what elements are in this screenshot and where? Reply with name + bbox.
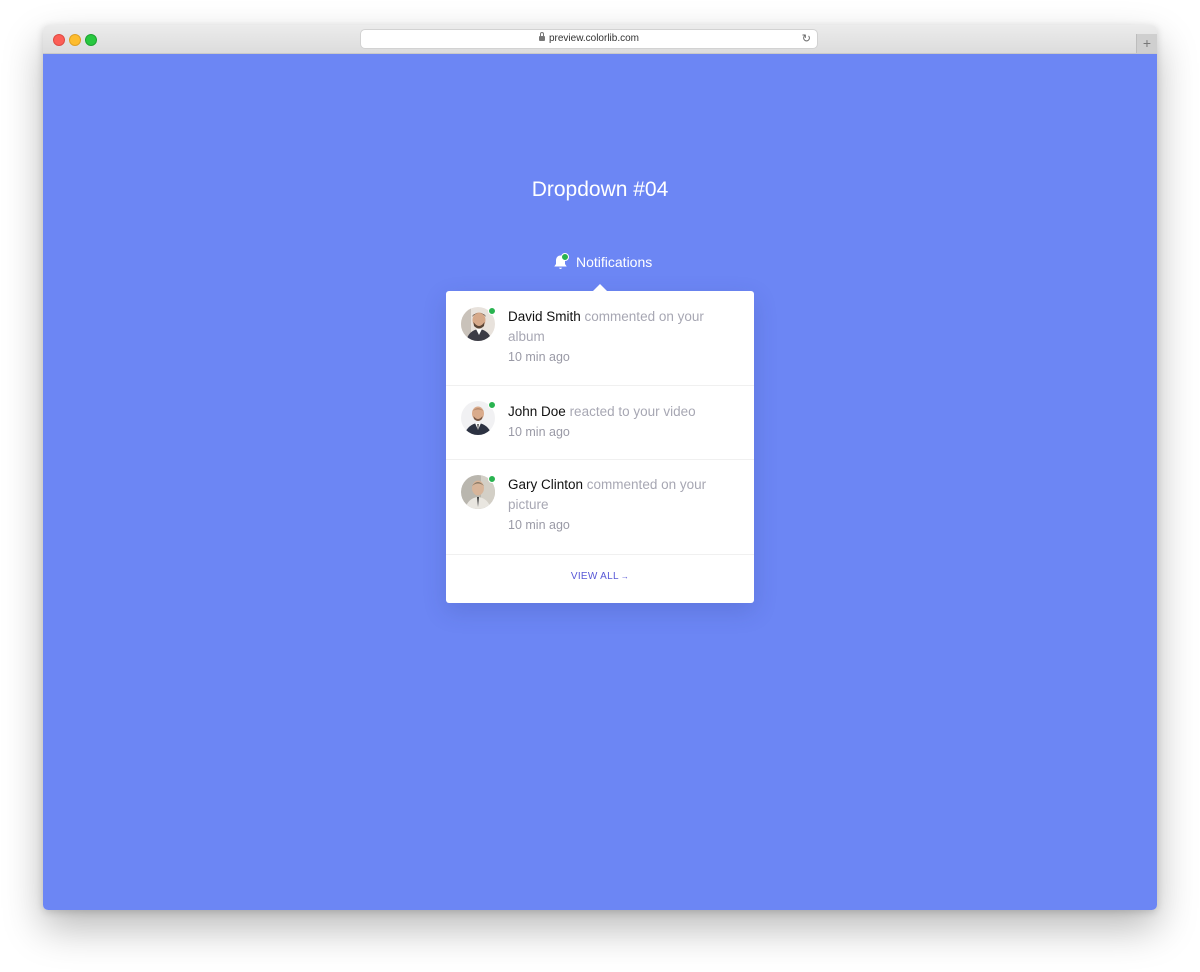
bell-icon [553,252,569,271]
notification-text: John Doe reacted to your video 10 min ag… [508,402,728,442]
avatar [461,401,496,435]
reload-icon[interactable]: ↻ [802,33,811,45]
notification-time: 10 min ago [508,425,570,439]
notifications-toggle[interactable]: Notifications [553,250,652,274]
notifications-dropdown: David Smith commented on your album 10 m… [446,284,754,603]
url-text: preview.colorlib.com [548,33,640,44]
view-all-link[interactable]: VIEW ALL → [446,571,754,582]
view-all-label: VIEW ALL [570,571,619,582]
online-status-icon [488,475,496,483]
notification-action: reacted to your video [569,404,696,419]
notification-item[interactable]: John Doe reacted to your video 10 min ag… [446,386,754,460]
avatar [461,475,496,509]
notification-indicator [561,252,569,261]
notification-time: 10 min ago [508,350,570,364]
arrow-right-icon: → [620,572,630,581]
notification-user-name: John Doe [508,404,566,419]
notification-user-name: Gary Clinton [508,477,584,492]
new-tab-button[interactable]: + [1136,34,1157,53]
notification-text: David Smith commented on your album 10 m… [508,307,728,367]
lock-icon [538,32,545,41]
minimize-window-button[interactable] [69,34,81,46]
online-status-icon [488,401,496,409]
avatar [461,307,496,341]
browser-titlebar: preview.colorlib.com ↻ + [43,25,1157,54]
notification-time: 10 min ago [508,518,570,532]
page-title: Dropdown #04 [531,178,669,201]
notifications-label: Notifications [576,254,653,270]
zoom-window-button[interactable] [85,34,97,46]
page-content: Dropdown #04 Notifications David Smith c… [43,54,1157,910]
notification-text: Gary Clinton commented on your picture 1… [508,475,728,535]
address-bar[interactable]: preview.colorlib.com ↻ [361,30,817,48]
notification-user-name: David Smith [508,309,581,324]
online-status-icon [488,307,496,315]
browser-window: preview.colorlib.com ↻ + Dropdown #04 No… [43,25,1157,910]
notification-item[interactable]: Gary Clinton commented on your picture 1… [446,460,754,555]
close-window-button[interactable] [53,34,65,46]
notification-item[interactable]: David Smith commented on your album 10 m… [446,291,754,386]
